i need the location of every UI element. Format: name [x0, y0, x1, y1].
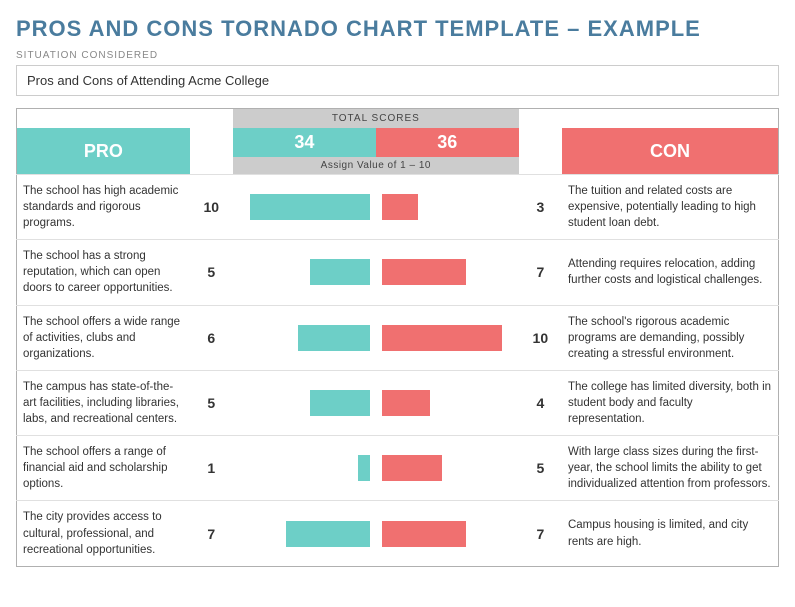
situation-label: SITUATION CONSIDERED [16, 50, 779, 61]
con-bar [382, 390, 430, 416]
con-bar-cell [376, 436, 519, 501]
con-value: 10 [519, 305, 562, 370]
pro-value: 7 [190, 501, 233, 566]
table-row: The school has a strong reputation, whic… [17, 240, 779, 305]
pro-bar [310, 390, 370, 416]
con-bar-cell [376, 240, 519, 305]
pro-bar-cell [233, 501, 376, 566]
con-text: The school's rigorous academic programs … [562, 305, 779, 370]
con-bar [382, 521, 466, 547]
con-value: 7 [519, 240, 562, 305]
score-label-row: PRO 34 36 CON [17, 128, 779, 157]
table-row: The city provides access to cultural, pr… [17, 501, 779, 566]
pro-bar [358, 455, 370, 481]
pro-bar-cell [233, 436, 376, 501]
con-total: 36 [376, 128, 519, 157]
table-row: The school offers a wide range of activi… [17, 305, 779, 370]
pro-value: 5 [190, 240, 233, 305]
con-value: 5 [519, 436, 562, 501]
situation-box: Pros and Cons of Attending Acme College [16, 65, 779, 96]
con-bar [382, 325, 502, 351]
con-value: 4 [519, 370, 562, 435]
con-bar [382, 455, 442, 481]
con-bar [382, 194, 418, 220]
con-bar-cell [376, 175, 519, 240]
con-header: CON [562, 128, 779, 175]
pro-bar-cell [233, 240, 376, 305]
pro-bar [310, 259, 370, 285]
pro-bar-cell [233, 305, 376, 370]
table-row: The school offers a range of financial a… [17, 436, 779, 501]
total-scores-header-row: TOTAL SCORES [17, 109, 779, 129]
con-value: 3 [519, 175, 562, 240]
pro-text: The school offers a wide range of activi… [17, 305, 190, 370]
pro-value: 5 [190, 370, 233, 435]
pro-bar-cell [233, 175, 376, 240]
pro-text: The city provides access to cultural, pr… [17, 501, 190, 566]
pro-value: 10 [190, 175, 233, 240]
pro-bar [250, 194, 370, 220]
con-bar-cell [376, 501, 519, 566]
pro-text: The campus has state-of-the-art faciliti… [17, 370, 190, 435]
con-text: The college has limited diversity, both … [562, 370, 779, 435]
pro-bar [298, 325, 370, 351]
pro-value: 6 [190, 305, 233, 370]
con-bar-cell [376, 370, 519, 435]
pro-total: 34 [233, 128, 376, 157]
con-value: 7 [519, 501, 562, 566]
con-text: Attending requires relocation, adding fu… [562, 240, 779, 305]
con-text: With large class sizes during the first-… [562, 436, 779, 501]
con-bar-cell [376, 305, 519, 370]
total-scores-label: TOTAL SCORES [233, 109, 519, 129]
pro-text: The school offers a range of financial a… [17, 436, 190, 501]
con-text: The tuition and related costs are expens… [562, 175, 779, 240]
con-bar [382, 259, 466, 285]
table-row: The school has high academic standards a… [17, 175, 779, 240]
pro-bar-cell [233, 370, 376, 435]
pro-value: 1 [190, 436, 233, 501]
pro-text: The school has a strong reputation, whic… [17, 240, 190, 305]
pro-bar [286, 521, 370, 547]
table-row: The campus has state-of-the-art faciliti… [17, 370, 779, 435]
pro-text: The school has high academic standards a… [17, 175, 190, 240]
tornado-chart: TOTAL SCORES PRO 34 36 CON Assign Value … [16, 108, 779, 567]
pro-header: PRO [17, 128, 190, 175]
con-text: Campus housing is limited, and city rent… [562, 501, 779, 566]
assign-value-label: Assign Value of 1 – 10 [233, 157, 519, 175]
page-title: PROS AND CONS TORNADO CHART TEMPLATE – E… [16, 16, 779, 42]
